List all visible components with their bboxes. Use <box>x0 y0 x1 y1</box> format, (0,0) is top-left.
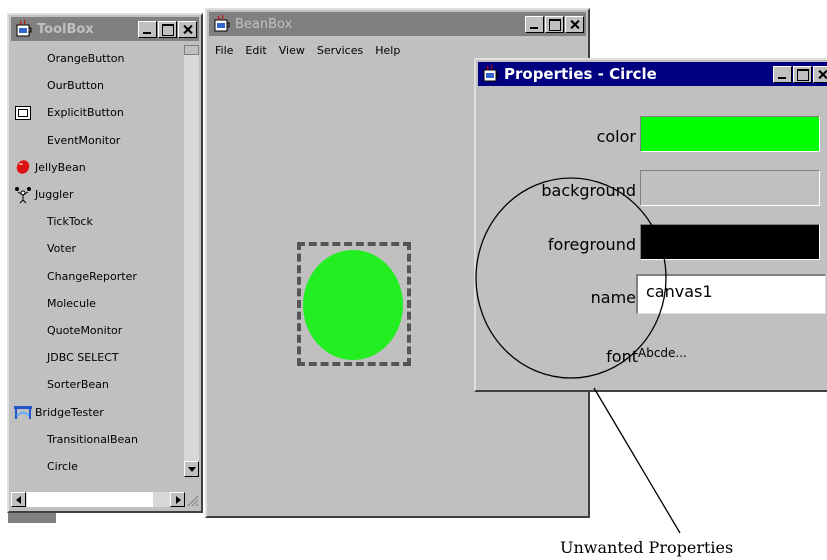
annotation-overlay <box>475 177 681 534</box>
annotation-pointer-line <box>593 387 681 534</box>
annotation-label: Unwanted Properties <box>560 538 734 557</box>
annotation-ellipse <box>475 177 667 379</box>
